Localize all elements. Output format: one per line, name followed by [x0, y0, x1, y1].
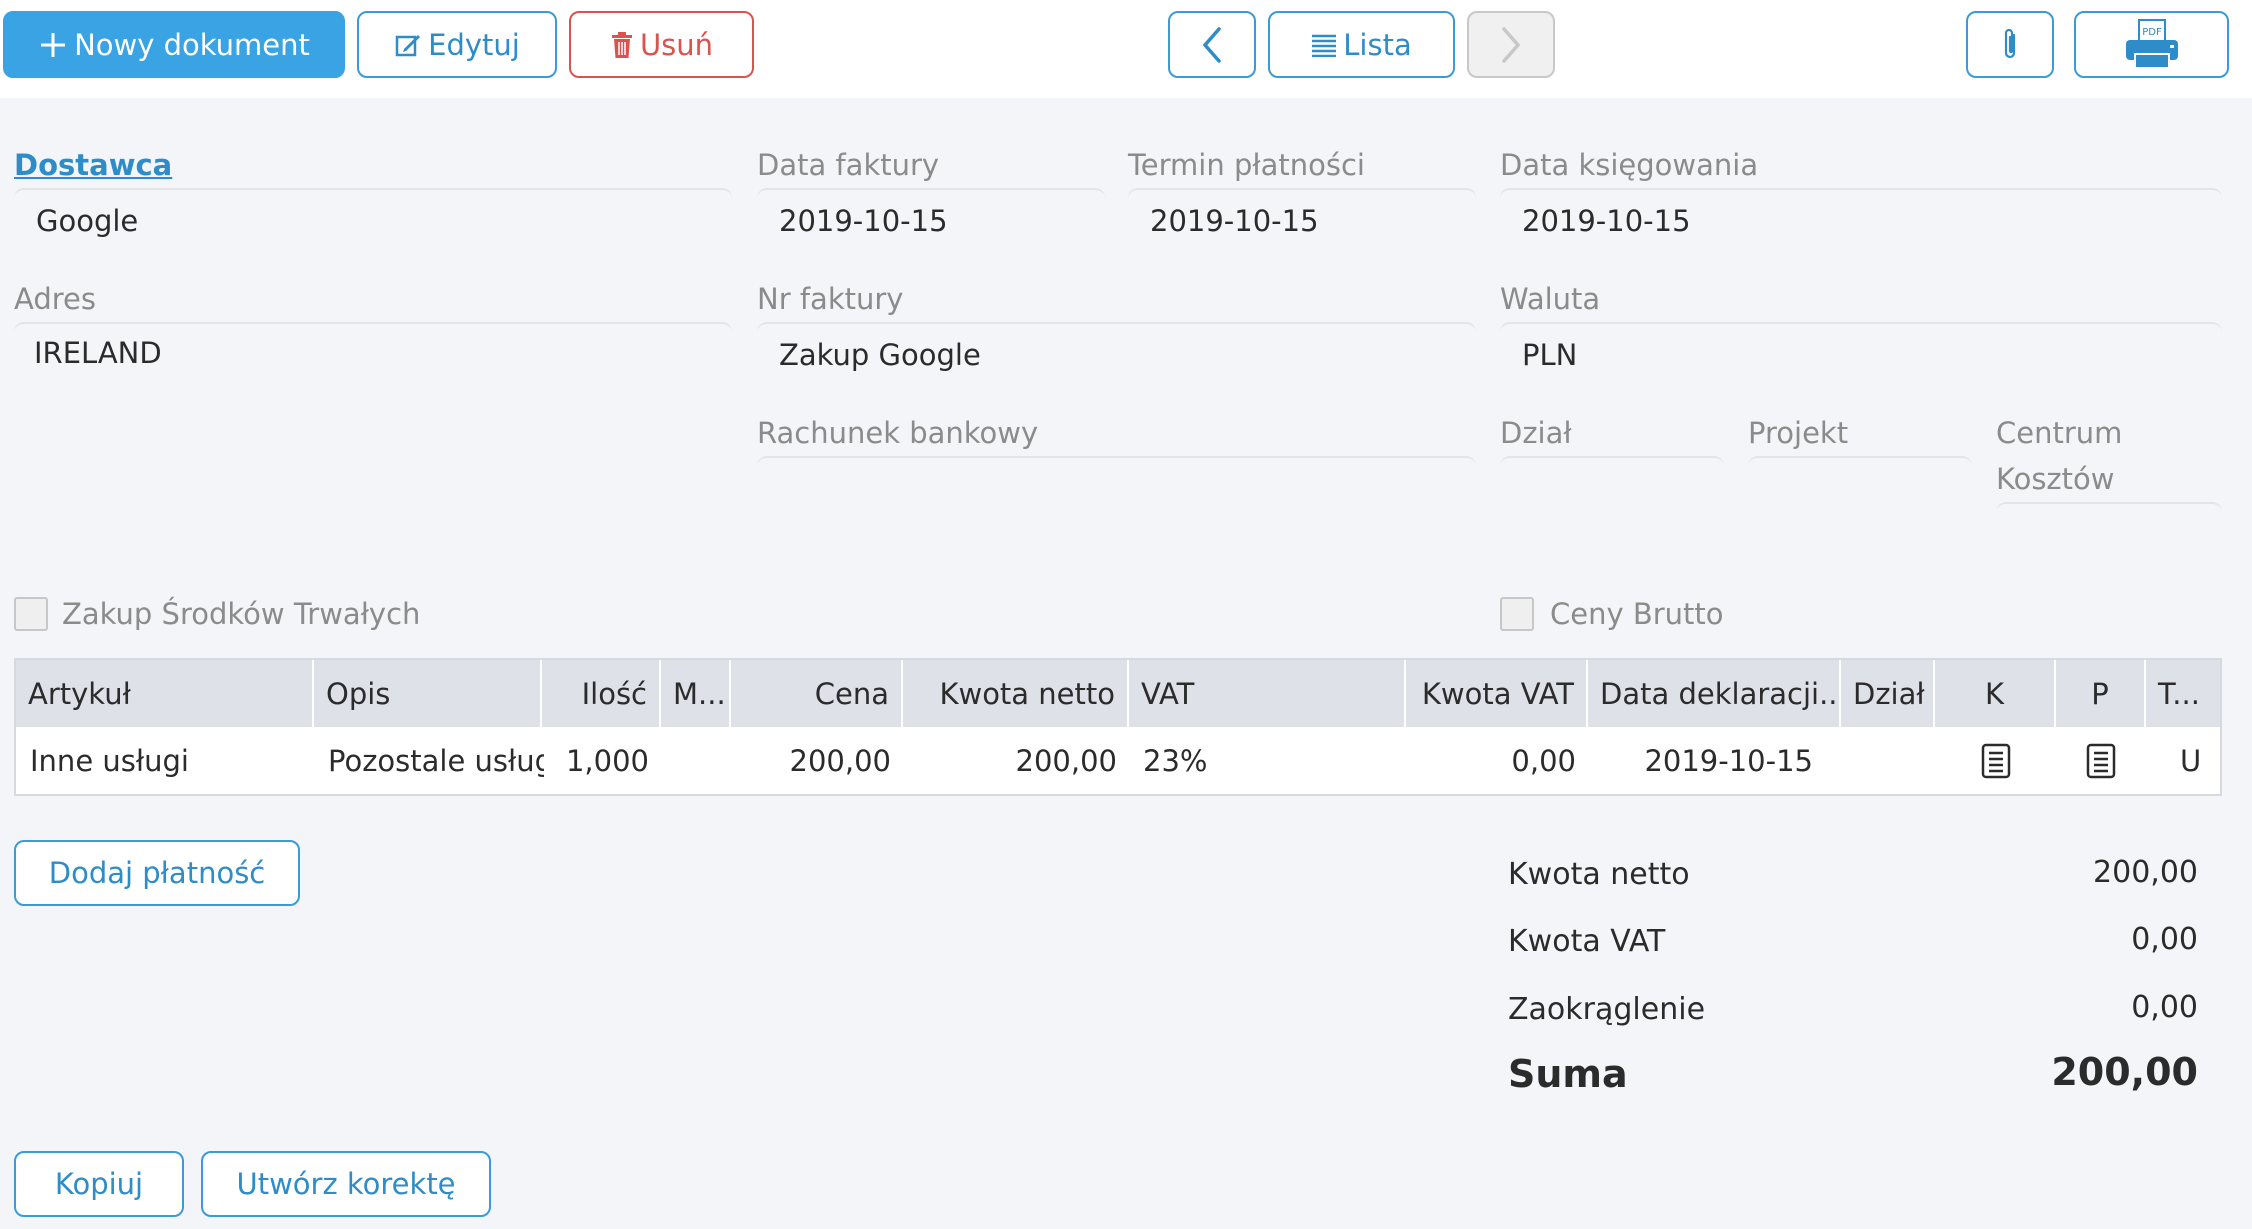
invoice-date-label: Data faktury — [757, 148, 940, 182]
gross-prices-label: Ceny Brutto — [1550, 597, 1724, 631]
invoice-number-field[interactable]: Zakup Google — [757, 322, 1476, 382]
cell-quantity[interactable]: 1,000 — [542, 727, 661, 794]
trash-icon — [611, 31, 632, 58]
line-items-grid: Artykuł Opis Ilość M... Cena Kwota netto… — [14, 658, 2222, 796]
edit-icon — [395, 34, 421, 56]
next-button[interactable] — [1467, 11, 1555, 78]
summary-net-label: Kwota netto — [1508, 857, 1690, 892]
delete-label: Usuń — [639, 27, 714, 62]
list-button[interactable]: Lista — [1268, 11, 1455, 78]
address-label: Adres — [14, 282, 96, 316]
pdf-icon-text: PDF — [2142, 27, 2162, 38]
supplier-label[interactable]: Dostawca — [14, 148, 172, 182]
summary-total-value: 200,00 — [2051, 1050, 2198, 1094]
column-header-net-amount[interactable]: Kwota netto — [903, 660, 1129, 727]
fixed-assets-checkbox[interactable] — [14, 597, 48, 631]
paperclip-icon — [2004, 28, 2016, 58]
cell-k[interactable] — [1935, 727, 2056, 794]
column-header-declaration-date[interactable]: Data deklaracji... — [1588, 660, 1841, 727]
currency-label: Waluta — [1500, 282, 1601, 316]
chevron-right-icon — [1502, 26, 1521, 63]
gross-prices-checkbox[interactable] — [1500, 597, 1534, 631]
column-header-department[interactable]: Dział — [1841, 660, 1935, 727]
summary-rounding-label: Zaokrąglenie — [1508, 992, 1706, 1027]
cell-p[interactable] — [2056, 727, 2146, 794]
print-pdf-button[interactable]: PDF — [2074, 11, 2229, 78]
cell-vat[interactable]: 23% — [1131, 727, 1408, 794]
cost-center-label-line1: Centrum — [1996, 416, 2123, 450]
pdf-printer-icon: PDF — [2125, 18, 2178, 69]
column-header-article[interactable]: Artykuł — [16, 660, 314, 727]
column-header-k[interactable]: K — [1935, 660, 2056, 727]
chevron-left-icon — [1202, 26, 1221, 63]
column-header-vat[interactable]: VAT — [1129, 660, 1406, 727]
new-document-button[interactable]: Nowy dokument — [3, 11, 345, 78]
cell-description[interactable]: Pozostale usługi — [316, 727, 544, 794]
address-field[interactable]: IRELAND — [14, 322, 732, 382]
copy-label: Kopiuj — [54, 1167, 144, 1201]
summary-net-value: 200,00 — [2093, 855, 2198, 890]
cell-article[interactable]: Inne usługi — [18, 727, 316, 794]
summary-vat-value: 0,00 — [2131, 922, 2198, 957]
cell-unit[interactable] — [661, 727, 731, 794]
department-label: Dział — [1500, 416, 1572, 450]
delete-button[interactable]: Usuń — [569, 11, 754, 78]
fixed-assets-label: Zakup Środków Trwałych — [62, 597, 421, 631]
column-header-price[interactable]: Cena — [731, 660, 903, 727]
edit-button[interactable]: Edytuj — [357, 11, 557, 78]
document-list-icon[interactable] — [1981, 743, 2011, 779]
currency-field[interactable]: PLN — [1500, 322, 2222, 382]
column-header-p[interactable]: P — [2056, 660, 2146, 727]
previous-button[interactable] — [1168, 11, 1256, 78]
cell-department[interactable] — [1841, 727, 1935, 794]
cost-center-field[interactable] — [1996, 502, 2222, 518]
toolbar: Nowy dokument Edytuj Usuń Lista PDF — [0, 0, 2252, 98]
summary-vat-label: Kwota VAT — [1508, 924, 1666, 959]
payment-term-label: Termin płatności — [1128, 148, 1365, 182]
cell-declaration-date[interactable]: 2019-10-15 — [1588, 727, 1841, 794]
cell-vat-amount[interactable]: 0,00 — [1406, 727, 1588, 794]
summary-rounding-value: 0,00 — [2131, 990, 2198, 1025]
column-header-type[interactable]: T... — [2146, 660, 2220, 727]
invoice-date-field[interactable]: 2019-10-15 — [757, 188, 1105, 248]
supplier-field[interactable]: Google — [14, 188, 732, 248]
column-header-vat-amount[interactable]: Kwota VAT — [1406, 660, 1588, 727]
cell-net-amount[interactable]: 200,00 — [903, 727, 1129, 794]
list-icon — [1312, 34, 1337, 57]
project-label: Projekt — [1748, 416, 1849, 450]
column-header-description[interactable]: Opis — [314, 660, 542, 727]
cell-type[interactable]: U — [2146, 727, 2220, 794]
project-field[interactable] — [1748, 456, 1972, 472]
bank-account-field[interactable] — [757, 456, 1476, 472]
add-payment-label: Dodaj płatność — [48, 856, 266, 890]
plus-icon — [41, 32, 66, 57]
posting-date-label: Data księgowania — [1500, 148, 1759, 182]
edit-label: Edytuj — [428, 27, 520, 62]
new-document-label: Nowy dokument — [74, 27, 310, 62]
bank-account-label: Rachunek bankowy — [757, 416, 1039, 450]
column-header-quantity[interactable]: Ilość — [542, 660, 661, 727]
list-label: Lista — [1343, 27, 1412, 62]
document-list-icon[interactable] — [2086, 743, 2116, 779]
cell-price[interactable]: 200,00 — [731, 727, 903, 794]
cost-center-label-line2: Kosztów — [1996, 462, 2115, 496]
copy-button[interactable]: Kopiuj — [14, 1151, 184, 1217]
posting-date-field[interactable]: 2019-10-15 — [1500, 188, 2222, 248]
column-header-unit[interactable]: M... — [661, 660, 731, 727]
create-correction-label: Utwórz korektę — [236, 1167, 456, 1201]
add-payment-button[interactable]: Dodaj płatność — [14, 840, 300, 906]
create-correction-button[interactable]: Utwórz korektę — [201, 1151, 491, 1217]
department-field[interactable] — [1500, 456, 1724, 472]
attachment-button[interactable] — [1966, 11, 2054, 78]
invoice-number-label: Nr faktury — [757, 282, 904, 316]
summary-total-label: Suma — [1508, 1052, 1628, 1096]
payment-term-field[interactable]: 2019-10-15 — [1128, 188, 1476, 248]
grid-header: Artykuł Opis Ilość M... Cena Kwota netto… — [16, 660, 2220, 727]
